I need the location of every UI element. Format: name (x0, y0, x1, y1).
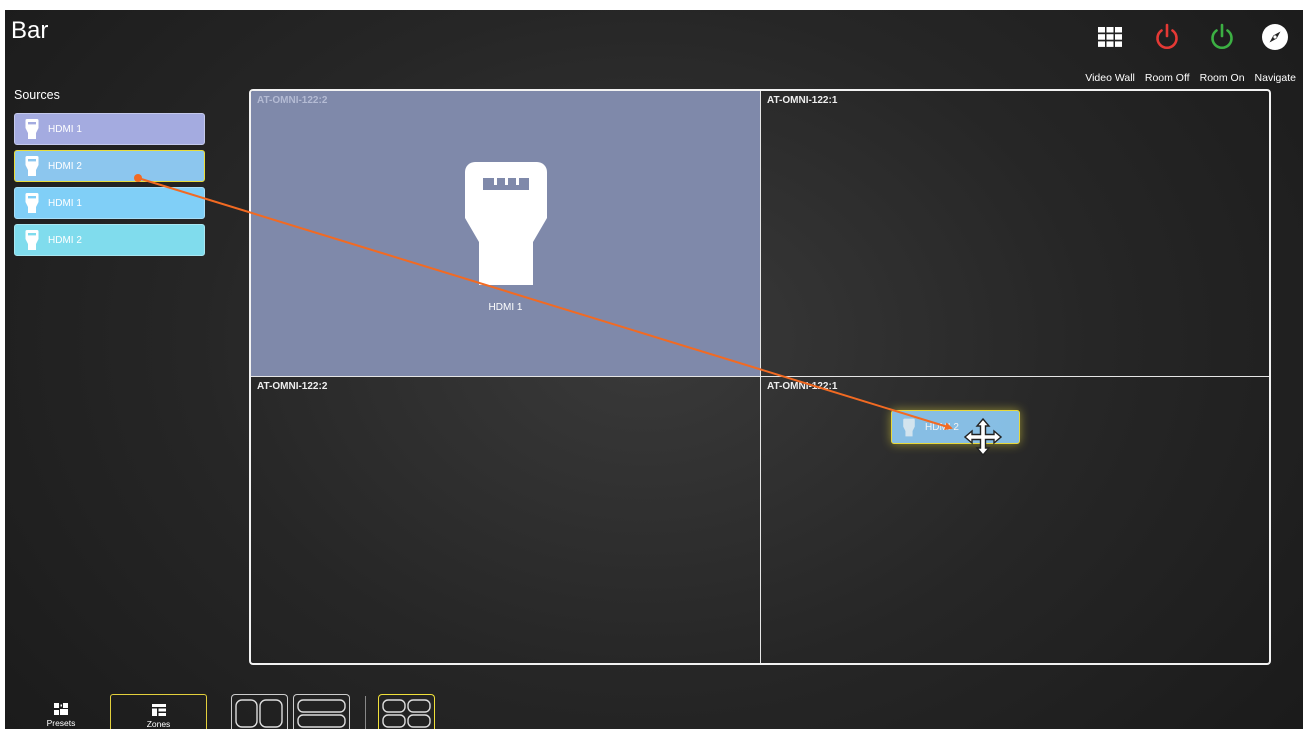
hdmi-icon (465, 162, 547, 285)
bottom-toolbar: Presets Zones (5, 694, 1303, 729)
zone-label: AT-OMNI-122:1 (767, 95, 838, 106)
navigate-button[interactable]: Navigate (1252, 24, 1299, 84)
sources-heading: Sources (14, 88, 60, 102)
zones-icon (151, 704, 166, 716)
zone-grid: AT-OMNI-122:2 HDMI 1 AT-OMNI-122:1 AT-OM… (249, 89, 1271, 665)
video-wall-label: Video Wall (1085, 72, 1135, 84)
room-on-label: Room On (1199, 72, 1245, 84)
hdmi-icon (25, 156, 39, 176)
navigate-label: Navigate (1254, 72, 1296, 84)
presets-button[interactable]: Presets (35, 694, 87, 729)
zone-label: AT-OMNI-122:2 (257, 381, 328, 392)
presets-label: Presets (46, 718, 76, 728)
room-off-label: Room Off (1144, 72, 1190, 84)
room-on-button[interactable]: Room On (1197, 23, 1248, 84)
room-title: Bar (11, 17, 49, 44)
move-cursor-icon (964, 418, 1002, 456)
source-item-hdmi-2-b[interactable]: HDMI 2 (14, 224, 205, 256)
source-name: HDMI 2 (48, 160, 82, 172)
two-columns-layout-icon (235, 699, 283, 728)
source-name: HDMI 1 (48, 123, 82, 135)
source-item-hdmi-1-b[interactable]: HDMI 1 (14, 187, 205, 219)
source-name: HDMI 1 (48, 197, 82, 209)
hdmi-icon (903, 418, 915, 436)
source-item-hdmi-1[interactable]: HDMI 1 (14, 113, 205, 145)
presets-icon (54, 703, 68, 715)
quad-layout-icon (382, 699, 431, 728)
zone-2[interactable]: AT-OMNI-122:1 (761, 91, 1269, 377)
compass-icon (1255, 24, 1295, 50)
dragged-source-name: HDMI 2 (925, 421, 959, 433)
video-wall-button[interactable]: Video Wall (1082, 24, 1138, 84)
video-wall-app: Bar Video Wall Room Off Room On Navigate… (5, 10, 1303, 729)
hdmi-icon (25, 230, 39, 250)
hdmi-icon (25, 193, 39, 213)
two-rows-layout-icon (297, 699, 346, 728)
zone-1[interactable]: AT-OMNI-122:2 HDMI 1 (251, 91, 761, 377)
zone-label: AT-OMNI-122:1 (767, 381, 838, 392)
power-icon (1147, 23, 1187, 50)
layout-two-columns-button[interactable] (231, 694, 288, 729)
zone-label: AT-OMNI-122:2 (257, 95, 328, 106)
power-icon (1202, 23, 1242, 50)
zone-3[interactable]: AT-OMNI-122:2 (251, 377, 761, 663)
layout-two-rows-button[interactable] (293, 694, 350, 729)
zone-source-name: HDMI 1 (488, 302, 523, 313)
hdmi-icon (25, 119, 39, 139)
zones-button[interactable]: Zones (110, 694, 207, 729)
zones-label: Zones (146, 719, 171, 729)
room-off-button[interactable]: Room Off (1142, 23, 1193, 84)
layout-quad-button[interactable] (378, 694, 435, 729)
source-name: HDMI 2 (48, 234, 82, 246)
grid-icon (1090, 24, 1130, 50)
top-toolbar: Video Wall Room Off Room On Navigate (1082, 23, 1299, 84)
toolbar-divider (365, 696, 366, 729)
source-item-hdmi-2[interactable]: HDMI 2 (14, 150, 205, 182)
